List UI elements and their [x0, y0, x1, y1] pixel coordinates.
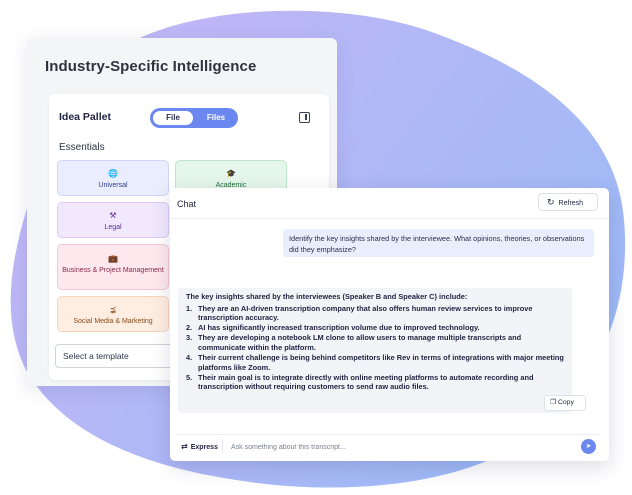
- template-legal[interactable]: ⚒ Legal: [57, 202, 169, 238]
- send-icon: ➤: [585, 443, 592, 450]
- graduation-cap-icon: 🎓: [226, 169, 236, 178]
- assistant-intro: The key insights shared by the interview…: [186, 292, 468, 301]
- send-button[interactable]: ➤: [581, 439, 596, 454]
- toggle-option-file[interactable]: File: [153, 111, 193, 125]
- template-label: Business & Project Management: [62, 267, 164, 274]
- switch-arrows-icon: ⇄: [181, 442, 188, 451]
- template-label: Social Media & Marketing: [73, 318, 153, 325]
- template-select[interactable]: Select a template: [55, 344, 179, 368]
- toggle-option-files[interactable]: Files: [198, 111, 234, 125]
- chat-title: Chat: [177, 199, 197, 209]
- divider: [222, 439, 223, 453]
- template-universal[interactable]: 🌐 Universal: [57, 160, 169, 196]
- divider: [170, 218, 609, 219]
- briefcase-icon: 💼: [108, 254, 118, 263]
- template-social[interactable]: ⪵ Social Media & Marketing: [57, 296, 169, 332]
- list-item: 2. AI has significantly increased transcr…: [186, 323, 480, 333]
- refresh-icon: ↻: [547, 197, 555, 207]
- copy-label: Copy: [557, 399, 574, 406]
- express-mode-button[interactable]: ⇄ Express: [181, 442, 218, 451]
- list-item: 4. Their current challenge is being behin…: [186, 353, 564, 372]
- list-item: 1. They are an AI-driven transcription co…: [186, 303, 533, 323]
- gavel-icon: ⚒: [109, 211, 117, 220]
- pallet-title: Idea Pallet: [59, 111, 111, 123]
- sidebar-panel-icon[interactable]: [299, 112, 310, 123]
- chat-input[interactable]: [231, 440, 561, 454]
- chat-panel: Chat ↻ Refresh Identify the key insights …: [170, 188, 609, 461]
- list-item: 5. Their main goal is to integrate direct…: [186, 372, 534, 392]
- globe-icon: 🌐: [108, 169, 118, 178]
- express-label: Express: [190, 444, 218, 451]
- refresh-label: Refresh: [558, 200, 584, 207]
- essentials-heading: Essentials: [59, 142, 105, 153]
- template-label: Legal: [104, 224, 122, 231]
- stage: Industry-Specific Intelligence Idea Pall…: [0, 0, 632, 495]
- template-label: Universal: [98, 182, 128, 189]
- insights-list: 1. They are an AI-driven transcription co…: [186, 304, 564, 392]
- file-toggle[interactable]: File Files: [150, 108, 238, 128]
- card-title: Industry-Specific Intelligence: [45, 58, 257, 75]
- assistant-message: The key insights shared by the interview…: [178, 288, 572, 413]
- list-item: 3. They are developing a notebook LM clon…: [186, 333, 522, 352]
- share-icon: ⪵: [109, 305, 117, 314]
- chat-input-bar: ⇄Express ➤: [175, 434, 601, 456]
- copy-button[interactable]: ❐ Copy: [544, 395, 586, 411]
- refresh-button[interactable]: ↻ Refresh: [538, 193, 598, 211]
- copy-icon: ❐: [550, 399, 557, 406]
- user-message: Identify the key insights shared by the …: [283, 229, 594, 257]
- template-business[interactable]: 💼 Business & Project Management: [57, 244, 169, 290]
